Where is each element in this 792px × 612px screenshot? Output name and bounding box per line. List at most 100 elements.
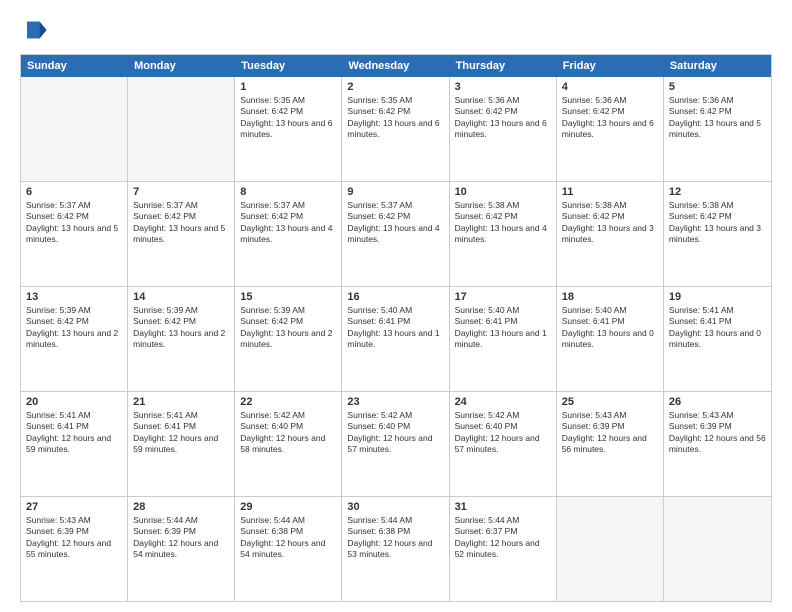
calendar-row-4: 27 Sunrise: 5:43 AMSunset: 6:39 PMDayligh… xyxy=(21,497,771,601)
calendar-cell: 2 Sunrise: 5:35 AMSunset: 6:42 PMDaylight… xyxy=(342,77,449,181)
calendar-cell xyxy=(557,497,664,601)
day-number: 5 xyxy=(669,81,766,93)
calendar-cell: 25Sunrise: 5:43 AMSunset: 6:39 PMDayligh… xyxy=(557,392,664,496)
day-info: Sunrise: 5:39 AMSunset: 6:42 PMDaylight:… xyxy=(133,305,229,351)
calendar-cell: 30 Sunrise: 5:44 AMSunset: 6:38 PMDayligh… xyxy=(342,497,449,601)
calendar: SundayMondayTuesdayWednesdayThursdayFrid… xyxy=(20,54,772,602)
calendar-row-1: 6 Sunrise: 5:37 AMSunset: 6:42 PMDaylight… xyxy=(21,182,771,287)
day-number: 12 xyxy=(669,186,766,198)
calendar-cell: 28Sunrise: 5:44 AMSunset: 6:39 PMDayligh… xyxy=(128,497,235,601)
calendar-cell: 21 Sunrise: 5:41 AMSunset: 6:41 PMDayligh… xyxy=(128,392,235,496)
day-number: 30 xyxy=(347,501,443,513)
calendar-cell: 14Sunrise: 5:39 AMSunset: 6:42 PMDayligh… xyxy=(128,287,235,391)
calendar-cell: 9 Sunrise: 5:37 AMSunset: 6:42 PMDaylight… xyxy=(342,182,449,286)
calendar-cell: 11 Sunrise: 5:38 AMSunset: 6:42 PMDayligh… xyxy=(557,182,664,286)
day-number: 17 xyxy=(455,291,551,303)
day-info: Sunrise: 5:44 AMSunset: 6:38 PMDaylight:… xyxy=(347,515,443,561)
day-number: 31 xyxy=(455,501,551,513)
calendar-cell: 6Sunrise: 5:37 AMSunset: 6:42 PMDaylight… xyxy=(21,182,128,286)
calendar-cell: 17 Sunrise: 5:40 AMSunset: 6:41 PMDayligh… xyxy=(450,287,557,391)
day-info: Sunrise: 5:39 AMSunset: 6:42 PMDaylight:… xyxy=(26,305,122,351)
calendar-cell xyxy=(664,497,771,601)
day-number: 9 xyxy=(347,186,443,198)
calendar-cell: 18 Sunrise: 5:40 AMSunset: 6:41 PMDayligh… xyxy=(557,287,664,391)
day-info: Sunrise: 5:44 AMSunset: 6:39 PMDaylight:… xyxy=(133,515,229,561)
calendar-row-3: 20 Sunrise: 5:41 AMSunset: 6:41 PMDayligh… xyxy=(21,392,771,497)
day-number: 13 xyxy=(26,291,122,303)
day-info: Sunrise: 5:39 AMSunset: 6:42 PMDaylight:… xyxy=(240,305,336,351)
calendar-cell: 5Sunrise: 5:36 AMSunset: 6:42 PMDaylight… xyxy=(664,77,771,181)
page: SundayMondayTuesdayWednesdayThursdayFrid… xyxy=(0,0,792,612)
calendar-cell: 26Sunrise: 5:43 AMSunset: 6:39 PMDayligh… xyxy=(664,392,771,496)
calendar-cell xyxy=(128,77,235,181)
day-number: 3 xyxy=(455,81,551,93)
calendar-cell: 3 Sunrise: 5:36 AMSunset: 6:42 PMDaylight… xyxy=(450,77,557,181)
calendar-cell: 19 Sunrise: 5:41 AMSunset: 6:41 PMDayligh… xyxy=(664,287,771,391)
cal-header-day-sunday: Sunday xyxy=(21,55,128,77)
day-number: 15 xyxy=(240,291,336,303)
calendar-cell: 27 Sunrise: 5:43 AMSunset: 6:39 PMDayligh… xyxy=(21,497,128,601)
day-number: 4 xyxy=(562,81,658,93)
cal-header-day-saturday: Saturday xyxy=(664,55,771,77)
calendar-body: 1 Sunrise: 5:35 AMSunset: 6:42 PMDaylight… xyxy=(21,77,771,601)
cal-header-day-monday: Monday xyxy=(128,55,235,77)
day-info: Sunrise: 5:37 AMSunset: 6:42 PMDaylight:… xyxy=(347,200,443,246)
day-number: 1 xyxy=(240,81,336,93)
day-info: Sunrise: 5:37 AMSunset: 6:42 PMDaylight:… xyxy=(240,200,336,246)
day-info: Sunrise: 5:40 AMSunset: 6:41 PMDaylight:… xyxy=(455,305,551,351)
day-info: Sunrise: 5:38 AMSunset: 6:42 PMDaylight:… xyxy=(455,200,551,246)
day-info: Sunrise: 5:36 AMSunset: 6:42 PMDaylight:… xyxy=(455,95,551,141)
day-info: Sunrise: 5:40 AMSunset: 6:41 PMDaylight:… xyxy=(562,305,658,351)
day-info: Sunrise: 5:42 AMSunset: 6:40 PMDaylight:… xyxy=(455,410,551,456)
day-info: Sunrise: 5:41 AMSunset: 6:41 PMDaylight:… xyxy=(669,305,766,351)
day-info: Sunrise: 5:35 AMSunset: 6:42 PMDaylight:… xyxy=(347,95,443,141)
day-number: 21 xyxy=(133,396,229,408)
logo-icon xyxy=(20,16,48,44)
day-number: 25 xyxy=(562,396,658,408)
calendar-cell: 12 Sunrise: 5:38 AMSunset: 6:42 PMDayligh… xyxy=(664,182,771,286)
calendar-cell: 8 Sunrise: 5:37 AMSunset: 6:42 PMDaylight… xyxy=(235,182,342,286)
day-info: Sunrise: 5:42 AMSunset: 6:40 PMDaylight:… xyxy=(240,410,336,456)
day-number: 6 xyxy=(26,186,122,198)
calendar-cell: 29 Sunrise: 5:44 AMSunset: 6:38 PMDayligh… xyxy=(235,497,342,601)
day-number: 18 xyxy=(562,291,658,303)
day-info: Sunrise: 5:44 AMSunset: 6:37 PMDaylight:… xyxy=(455,515,551,561)
calendar-cell: 7Sunrise: 5:37 AMSunset: 6:42 PMDaylight… xyxy=(128,182,235,286)
day-number: 19 xyxy=(669,291,766,303)
header xyxy=(20,16,772,44)
day-info: Sunrise: 5:38 AMSunset: 6:42 PMDaylight:… xyxy=(562,200,658,246)
cal-header-day-wednesday: Wednesday xyxy=(342,55,449,77)
day-number: 11 xyxy=(562,186,658,198)
calendar-cell: 10Sunrise: 5:38 AMSunset: 6:42 PMDayligh… xyxy=(450,182,557,286)
day-number: 7 xyxy=(133,186,229,198)
calendar-cell: 31 Sunrise: 5:44 AMSunset: 6:37 PMDayligh… xyxy=(450,497,557,601)
day-number: 20 xyxy=(26,396,122,408)
day-info: Sunrise: 5:41 AMSunset: 6:41 PMDaylight:… xyxy=(133,410,229,456)
calendar-cell: 22Sunrise: 5:42 AMSunset: 6:40 PMDayligh… xyxy=(235,392,342,496)
cal-header-day-thursday: Thursday xyxy=(450,55,557,77)
day-info: Sunrise: 5:44 AMSunset: 6:38 PMDaylight:… xyxy=(240,515,336,561)
calendar-cell: 16Sunrise: 5:40 AMSunset: 6:41 PMDayligh… xyxy=(342,287,449,391)
day-number: 23 xyxy=(347,396,443,408)
calendar-cell: 4Sunrise: 5:36 AMSunset: 6:42 PMDaylight… xyxy=(557,77,664,181)
day-info: Sunrise: 5:41 AMSunset: 6:41 PMDaylight:… xyxy=(26,410,122,456)
day-number: 2 xyxy=(347,81,443,93)
calendar-cell: 15 Sunrise: 5:39 AMSunset: 6:42 PMDayligh… xyxy=(235,287,342,391)
day-number: 29 xyxy=(240,501,336,513)
day-info: Sunrise: 5:42 AMSunset: 6:40 PMDaylight:… xyxy=(347,410,443,456)
cal-header-day-tuesday: Tuesday xyxy=(235,55,342,77)
day-number: 27 xyxy=(26,501,122,513)
calendar-cell: 24Sunrise: 5:42 AMSunset: 6:40 PMDayligh… xyxy=(450,392,557,496)
calendar-cell xyxy=(21,77,128,181)
calendar-cell: 1 Sunrise: 5:35 AMSunset: 6:42 PMDaylight… xyxy=(235,77,342,181)
day-number: 26 xyxy=(669,396,766,408)
calendar-row-0: 1 Sunrise: 5:35 AMSunset: 6:42 PMDaylight… xyxy=(21,77,771,182)
calendar-cell: 23 Sunrise: 5:42 AMSunset: 6:40 PMDayligh… xyxy=(342,392,449,496)
calendar-header: SundayMondayTuesdayWednesdayThursdayFrid… xyxy=(21,55,771,77)
day-number: 8 xyxy=(240,186,336,198)
day-info: Sunrise: 5:35 AMSunset: 6:42 PMDaylight:… xyxy=(240,95,336,141)
day-info: Sunrise: 5:43 AMSunset: 6:39 PMDaylight:… xyxy=(26,515,122,561)
cal-header-day-friday: Friday xyxy=(557,55,664,77)
day-info: Sunrise: 5:38 AMSunset: 6:42 PMDaylight:… xyxy=(669,200,766,246)
calendar-cell: 13 Sunrise: 5:39 AMSunset: 6:42 PMDayligh… xyxy=(21,287,128,391)
